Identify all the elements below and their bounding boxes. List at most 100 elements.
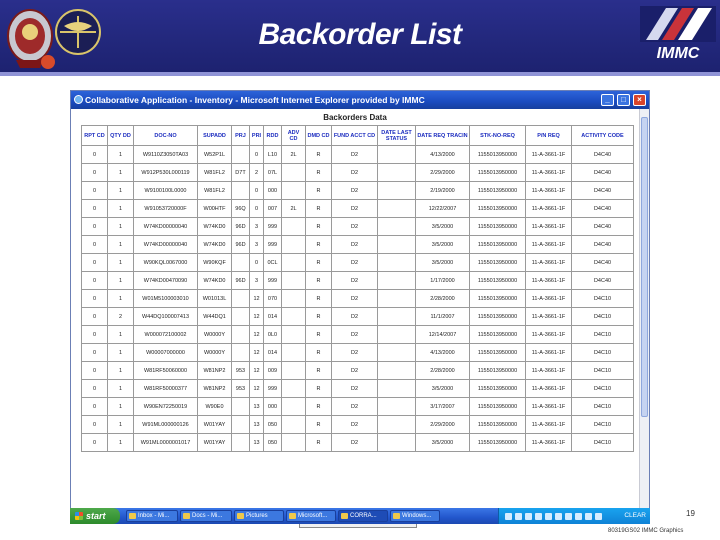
tray-icon[interactable] [575,513,582,520]
table-cell [281,343,306,362]
table-cell [281,325,306,344]
table-row: 0 1 W74KD00470090 W74KD0 96D 3 999 R D2 1/17/2000… [81,271,634,290]
taskbar-item[interactable]: Docs - Mi... [180,510,232,522]
table-cell [377,433,416,452]
start-button[interactable]: start [70,508,120,524]
table-row: 0 1 W74KD00000040 W74KD0 96D 3 999 R D2 3/5/2000 1… [81,235,634,254]
tray-icon[interactable] [545,513,552,520]
table-cell [377,325,416,344]
table-cell: 07L [263,163,282,182]
tray-icon[interactable] [535,513,542,520]
tray-icon[interactable] [585,513,592,520]
column-header: DMD CD [305,125,332,146]
table-cell [281,379,306,398]
table-cell [377,145,416,164]
table-cell: 11-A-3661-1F [525,181,572,200]
table-cell: 96Q [231,199,250,218]
table-cell: 014 [263,343,282,362]
table-cell: 13 [249,433,264,452]
table-cell: 1 [107,163,134,182]
table-cell: 11-A-3661-1F [525,379,572,398]
table-cell: R [305,307,332,326]
column-header: FUND ACCT CD [331,125,378,146]
table-row: 0 1 W91053720000F W00HTF 96Q 0 007 2L R D2 12/22/2… [81,199,634,218]
column-header: PRJ [231,125,250,146]
table-cell: 1 [107,145,134,164]
table-cell: D4C10 [571,343,634,362]
table-cell: 0 [249,145,264,164]
scrollbar-thumb[interactable] [641,117,648,417]
table-cell: W9110Z3050TA03 [133,145,198,164]
table-cell: W81NP2 [197,361,232,380]
table-cell: R [305,289,332,308]
taskbar-clock[interactable]: CLEAR [624,508,646,524]
taskbar-item-active[interactable]: CORRA... [338,510,388,522]
table-cell: D4C10 [571,361,634,380]
table-cell: 11-A-3661-1F [525,361,572,380]
table-cell: 000 [263,397,282,416]
table-cell: 11-A-3661-1F [525,307,572,326]
table-cell: W01YAY [197,415,232,434]
table-cell: D4C40 [571,145,634,164]
tray-icon[interactable] [565,513,572,520]
table-cell: D2 [331,181,378,200]
table-cell: W9100100L0000 [133,181,198,200]
table-cell [377,217,416,236]
table-cell: 11-A-3661-1F [525,217,572,236]
table-cell [281,289,306,308]
table-cell: 11-A-3661-1F [525,433,572,452]
close-button[interactable]: × [633,94,646,106]
table-cell: 0 [81,181,108,200]
minimize-button[interactable]: _ [601,94,614,106]
table-cell: 11-A-3661-1F [525,289,572,308]
table-cell: W81RF50060000 [133,361,198,380]
table-cell [377,361,416,380]
tray-icon[interactable] [525,513,532,520]
table-cell: 050 [263,433,282,452]
table-cell [281,271,306,290]
table-cell: D2 [331,253,378,272]
browser-titlebar[interactable]: Collaborative Application - Inventory - … [71,91,649,109]
table-cell: 0 [81,307,108,326]
table-cell: 96D [231,217,250,236]
table-cell [231,289,250,308]
table-cell: R [305,235,332,254]
taskbar-item[interactable]: Windows... [390,510,440,522]
table-row: 0 1 W000072100002 W0000Y 12 0L0 R D2 12/14/2007 1… [81,325,634,344]
taskbar-item[interactable]: Inbox - Mi... [126,510,178,522]
table-cell: 999 [263,217,282,236]
table-cell [231,415,250,434]
table-cell: 0 [81,271,108,290]
tray-icon[interactable] [515,513,522,520]
tray-icon[interactable] [505,513,512,520]
table-cell: W44DQ100007413 [133,307,198,326]
vertical-scrollbar[interactable] [639,109,649,509]
tray-icon[interactable] [555,513,562,520]
taskbar-item[interactable]: Microsoft... [286,510,336,522]
table-cell: W74KD0 [197,271,232,290]
table-cell: 0 [81,163,108,182]
maximize-button[interactable]: □ [617,94,630,106]
table-cell: D4C10 [571,397,634,416]
table-cell [377,235,416,254]
table-cell: 1/17/2000 [415,271,470,290]
table-cell: 1 [107,199,134,218]
table-cell: D4C40 [571,163,634,182]
column-header: STK-NO-REQ [469,125,526,146]
table-row: 0 1 W90KQL0067000 W90KQF 0 0CL R D2 3/5/2000 1155… [81,253,634,272]
table-cell: W74KD0 [197,217,232,236]
table-cell: 1 [107,325,134,344]
table-cell: 11-A-3661-1F [525,145,572,164]
table-cell: 0 [81,199,108,218]
table-cell: 12/14/2007 [415,325,470,344]
table-row: 0 1 W91ML0000001017 W01YAY 13 050 R D2 3/5/2000 1… [81,433,634,452]
table-row: 0 1 W91ML000000126 W01YAY 13 050 R D2 2/29/2000 1… [81,415,634,434]
table-cell: 999 [263,235,282,254]
tray-icon[interactable] [595,513,602,520]
table-cell: 0 [81,217,108,236]
table-cell [281,433,306,452]
taskbar-item[interactable]: Pictures [234,510,284,522]
table-cell: 2L [281,199,306,218]
column-header: ACTIVITY CODE [571,125,634,146]
table-cell: 4/13/2000 [415,145,470,164]
